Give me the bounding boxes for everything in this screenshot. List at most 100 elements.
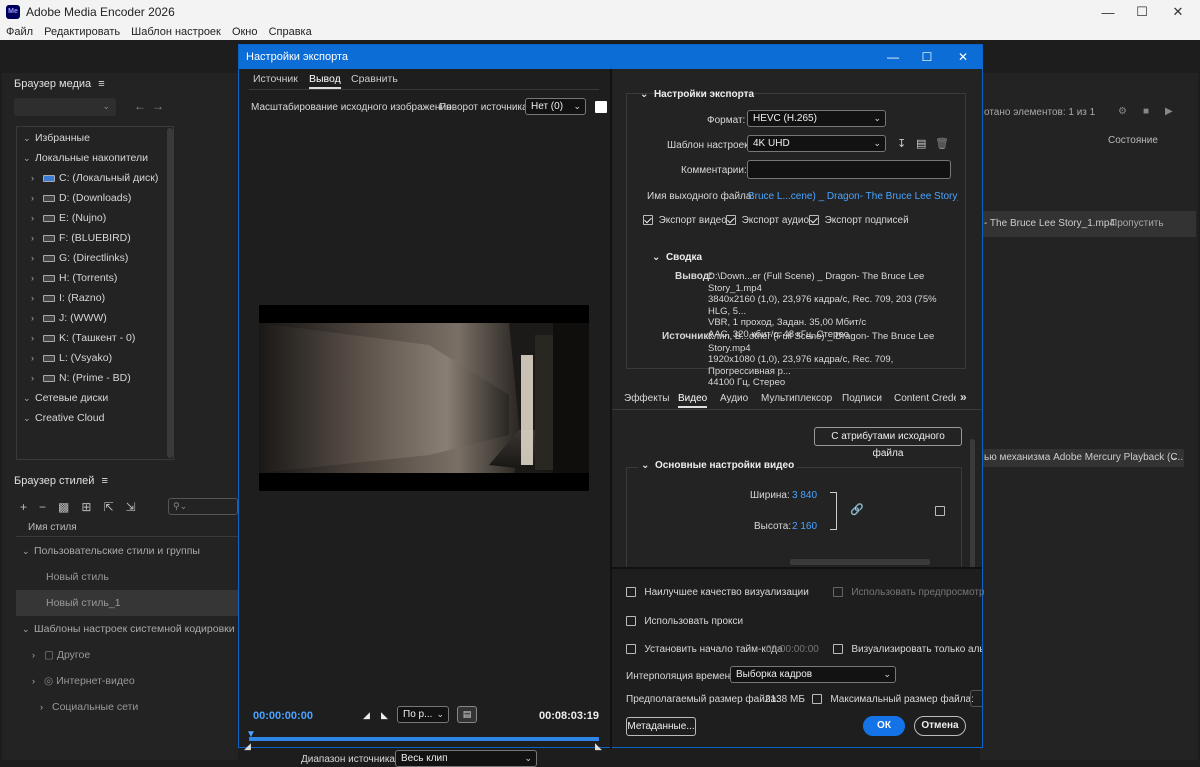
style-row[interactable]: Новый стиль xyxy=(16,564,240,590)
chevron-right-icon[interactable]: › xyxy=(31,308,43,328)
export-audio-checkbox[interactable] xyxy=(726,215,736,226)
tab-multiplexer[interactable]: Мультиплексор xyxy=(761,393,832,404)
tree-group[interactable]: ⌄ Избранные xyxy=(17,128,173,148)
tree-drive[interactable]: › G: (Directlinks) xyxy=(17,248,173,268)
tab-output[interactable]: Вывод xyxy=(309,73,341,89)
chevron-right-icon[interactable]: › xyxy=(31,268,43,288)
use-previews-option[interactable]: Использовать предпросмотр xyxy=(833,587,985,598)
import-icon[interactable]: ⇱ xyxy=(103,500,125,514)
style-row[interactable]: › ▢ Другое xyxy=(16,642,240,668)
settings-icon[interactable]: ⊞ xyxy=(81,500,103,514)
close-icon[interactable]: ✕ xyxy=(945,45,981,69)
chevron-right-icon[interactable]: › xyxy=(40,694,52,720)
queue-settings-icon[interactable]: ⚙ xyxy=(1118,106,1143,117)
renderer-dropdown[interactable]: ью механизма Adobe Mercury Playback (C..… xyxy=(980,449,1184,467)
play-icon[interactable]: ▶ xyxy=(1165,106,1189,117)
stop-icon[interactable]: ■ xyxy=(1143,106,1165,117)
menu-edit[interactable]: Редактировать xyxy=(44,24,120,40)
chevron-right-icon[interactable]: › xyxy=(31,328,43,348)
out-point-handle[interactable]: ◣ xyxy=(595,741,602,752)
interpolation-dropdown[interactable]: Выборка кадров ⌄ xyxy=(730,666,896,683)
format-dropdown[interactable]: HEVC (H.265) ⌄ xyxy=(747,110,886,127)
menu-file[interactable]: Файл xyxy=(6,24,33,40)
tree-group[interactable]: ⌄ Локальные накопители xyxy=(17,148,173,168)
fit-dropdown[interactable]: По р... ⌄ xyxy=(397,706,449,723)
close-window-button[interactable]: ✕ xyxy=(1158,0,1198,24)
chevron-down-icon[interactable]: ⌄ xyxy=(23,128,35,148)
location-dropdown[interactable]: ⌄ xyxy=(14,98,116,116)
export-icon[interactable]: ⇲ xyxy=(126,500,148,514)
export-settings-header[interactable]: ⌄ Настройки экспорта xyxy=(640,89,754,100)
width-value[interactable]: 3 840 xyxy=(792,490,817,501)
ok-button[interactable]: ОК xyxy=(863,716,905,736)
chevron-down-icon[interactable]: ⌄ xyxy=(23,408,35,428)
tree-drive[interactable]: › L: (Vsyako) xyxy=(17,348,173,368)
delete-preset-icon[interactable]: 🗑 xyxy=(935,137,949,150)
chevron-right-icon[interactable]: › xyxy=(31,228,43,248)
remove-icon[interactable]: − xyxy=(39,500,58,514)
set-timecode-checkbox[interactable] xyxy=(626,644,636,655)
chevron-right-icon[interactable]: › xyxy=(31,188,43,208)
in-point-handle[interactable]: ◢ xyxy=(244,741,251,752)
queue-row-status[interactable]: Пропустить xyxy=(1110,218,1164,229)
tree-drive[interactable]: › J: (WWW) xyxy=(17,308,173,328)
chevron-right-icon[interactable]: › xyxy=(32,642,44,668)
set-timecode-option[interactable]: Установить начало тайм-кода xyxy=(626,644,783,655)
height-value[interactable]: 2 160 xyxy=(792,521,817,532)
queue-row[interactable]: - The Bruce Lee Story_1.mp4 Пропустить xyxy=(980,211,1196,237)
style-row[interactable]: Новый стиль_1 xyxy=(16,590,240,616)
maximize-button[interactable]: ☐ xyxy=(1122,0,1162,24)
minimize-icon[interactable]: — xyxy=(875,45,911,69)
max-quality-checkbox[interactable] xyxy=(626,587,636,598)
source-range-dropdown[interactable]: Весь клип ⌄ xyxy=(395,750,537,767)
crop-icon[interactable] xyxy=(595,101,607,113)
tree-group[interactable]: ⌄ Creative Cloud xyxy=(17,408,173,428)
max-size-input[interactable] xyxy=(970,690,982,707)
tree-drive[interactable]: › H: (Torrents) xyxy=(17,268,173,288)
export-captions-checkbox[interactable] xyxy=(809,215,819,226)
chevron-down-icon[interactable]: ⌄ xyxy=(22,538,34,564)
max-size-checkbox[interactable] xyxy=(812,694,822,705)
summary-header[interactable]: ⌄ Сводка xyxy=(652,252,702,263)
timeline-bar[interactable] xyxy=(249,737,599,741)
forward-arrow-icon[interactable]: → xyxy=(152,99,164,113)
chevron-down-icon[interactable]: ⌄ xyxy=(22,616,34,642)
menu-window[interactable]: Окно xyxy=(232,24,258,40)
use-proxies-checkbox[interactable] xyxy=(626,616,636,627)
preset-dropdown[interactable]: 4K UHD ⌄ xyxy=(747,135,886,152)
chevron-right-icon[interactable]: › xyxy=(31,348,43,368)
chevron-right-icon[interactable]: › xyxy=(31,368,43,388)
match-source-button[interactable]: С атрибутами исходного файла xyxy=(814,427,962,459)
tab-captions[interactable]: Подписи xyxy=(842,393,882,404)
tree-drive[interactable]: › F: (BLUEBIRD) xyxy=(17,228,173,248)
tree-group[interactable]: ⌄ Сетевые диски xyxy=(17,388,173,408)
rotate-dropdown[interactable]: Нет (0) ⌄ xyxy=(525,98,586,115)
comments-input[interactable] xyxy=(747,160,951,179)
tab-effects[interactable]: Эффекты xyxy=(624,393,669,404)
max-quality-option[interactable]: Наилучшее качество визуализации xyxy=(626,587,809,598)
tree-drive[interactable]: › D: (Downloads) xyxy=(17,188,173,208)
alpha-only-option[interactable]: Визуализировать только альфа-к xyxy=(833,644,982,655)
panel-menu-icon[interactable]: ≡ xyxy=(101,475,107,487)
match-size-checkbox[interactable] xyxy=(935,505,945,517)
chevron-down-icon[interactable]: ⌄ xyxy=(23,148,35,168)
playhead-marker[interactable]: ▼ xyxy=(246,729,256,740)
add-icon[interactable]: + xyxy=(20,500,39,514)
style-row[interactable]: › ◎ Интернет-видео xyxy=(16,668,240,694)
tree-drive[interactable]: › I: (Razno) xyxy=(17,288,173,308)
export-audio-option[interactable]: Экспорт аудио xyxy=(726,215,809,226)
use-proxies-option[interactable]: Использовать прокси xyxy=(626,616,743,627)
tab-source[interactable]: Источник xyxy=(253,73,298,89)
chevron-right-icon[interactable]: › xyxy=(31,168,43,188)
style-row[interactable]: › Социальные сети xyxy=(16,694,240,720)
export-video-option[interactable]: Экспорт видео xyxy=(643,215,727,226)
tree-drive[interactable]: › N: (Prime - BD) xyxy=(17,368,173,388)
chevron-right-icon[interactable]: › xyxy=(31,208,43,228)
new-group-icon[interactable]: ▩ xyxy=(58,500,81,514)
export-captions-option[interactable]: Экспорт подписей xyxy=(809,215,909,226)
back-arrow-icon[interactable]: ← xyxy=(134,99,146,113)
menu-help[interactable]: Справка xyxy=(269,24,312,40)
output-name-link[interactable]: Bruce L...cene) _ Dragon- The Bruce Lee … xyxy=(748,191,958,202)
tree-drive[interactable]: › K: (Ташкент - 0) xyxy=(17,328,173,348)
style-row[interactable]: ⌄ Пользовательские стили и группы xyxy=(16,538,240,564)
